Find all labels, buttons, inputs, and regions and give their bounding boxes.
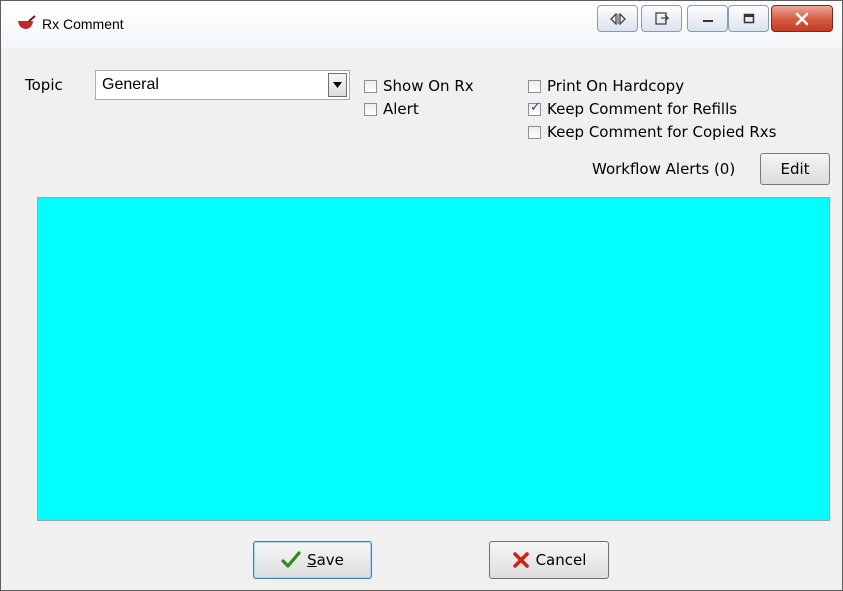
title-bar[interactable]: Rx Comment	[1, 1, 842, 48]
keep-for-copied-checkbox[interactable]	[528, 125, 541, 139]
topic-label: Topic	[25, 76, 63, 94]
topic-selected-value: General	[102, 76, 159, 93]
workflow-alerts-text: Workflow Alerts	[592, 160, 710, 178]
maximize-icon	[743, 13, 754, 23]
keep-for-copied-option[interactable]: Keep Comment for Copied Rxs	[528, 123, 776, 141]
maximize-button[interactable]	[728, 5, 769, 32]
print-on-hardcopy-label: Print On Hardcopy	[547, 77, 685, 95]
print-on-hardcopy-checkbox[interactable]	[528, 79, 541, 93]
minimize-button[interactable]	[687, 5, 728, 32]
minimize-icon	[702, 19, 713, 22]
workflow-alerts-count: (0)	[713, 160, 736, 178]
keep-for-refills-label: Keep Comment for Refills	[547, 100, 738, 118]
alert-label: Alert	[383, 100, 419, 118]
workflow-alerts-label: Workflow Alerts (0)	[592, 160, 735, 178]
comment-textarea[interactable]	[37, 197, 830, 521]
rx-comment-window: Rx Comment Topic General Show On Rx Aler…	[0, 0, 843, 591]
topic-dropdown[interactable]: General	[95, 70, 350, 100]
show-on-rx-checkbox[interactable]	[364, 79, 377, 93]
close-button[interactable]	[771, 5, 833, 32]
alert-option[interactable]: Alert	[364, 100, 419, 118]
edit-workflow-alerts-button[interactable]: Edit	[760, 153, 830, 185]
cancel-label: Cancel	[535, 551, 587, 569]
alert-checkbox[interactable]	[364, 102, 377, 116]
print-on-hardcopy-option[interactable]: Print On Hardcopy	[528, 77, 684, 95]
pin-button[interactable]	[641, 5, 682, 32]
save-button[interactable]: Save	[253, 541, 372, 579]
checkmark-icon	[281, 551, 301, 568]
show-on-rx-option[interactable]: Show On Rx	[364, 77, 474, 95]
keep-for-refills-checkbox[interactable]	[528, 100, 541, 116]
dropdown-arrow-icon[interactable]	[328, 73, 347, 97]
dialog-content: Topic General Show On Rx Alert Print On …	[11, 49, 834, 584]
snap-arrows-icon	[609, 12, 626, 25]
close-icon	[795, 12, 809, 25]
rx-app-icon	[17, 15, 37, 35]
window-title: Rx Comment	[42, 16, 124, 32]
cancel-button[interactable]: Cancel	[489, 541, 609, 579]
keep-for-copied-label: Keep Comment for Copied Rxs	[547, 123, 777, 141]
cancel-x-icon	[512, 552, 529, 568]
keep-for-refills-option[interactable]: Keep Comment for Refills	[528, 100, 737, 118]
show-on-rx-label: Show On Rx	[383, 77, 474, 95]
snap-button[interactable]	[597, 5, 638, 32]
save-label: Save	[307, 551, 344, 569]
window-pin-icon	[654, 11, 670, 25]
